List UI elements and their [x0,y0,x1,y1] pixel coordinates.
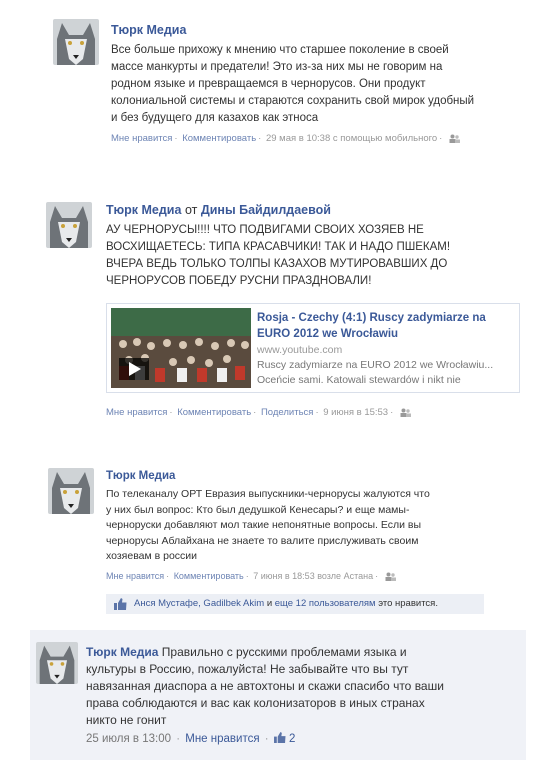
post-meta: Мне нравится · Комментировать · 7 июня в 1… [106,569,526,583]
other-likers-link[interactable]: еще 12 пользователям [275,598,376,609]
likes-summary: Анся Мустафе, Gadilbek Akim и еще 12 пол… [106,594,484,614]
thumbs-up-icon [114,598,127,610]
avatar[interactable] [36,642,78,684]
post-1: Тюрк Медиа Все больше прихожу к мнению ч… [48,14,528,164]
post-author[interactable]: Тюрк Медиа [111,22,531,38]
shared-link-domain: www.youtube.com [257,344,343,356]
like-link[interactable]: Мне нравится [111,133,172,144]
post-text: По телеканалу ОРТ Евразия выпускники-чер… [106,488,430,562]
shared-link-title[interactable]: Rosja - Czechy (4:1) Ruscy zadymiarze na… [257,310,517,342]
post-text: АУ ЧЕРНОРУСЫ!!!! ЧТО ПОДВИГАМИ СВОИХ ХОЗ… [106,224,451,287]
post-author-line: Тюрк Медиа от Дины Байдилдаевой [106,202,526,218]
like-link[interactable]: Мне нравится [106,407,167,418]
post-3: Тюрк Медиа По телеканалу ОРТ Евразия вып… [40,462,530,622]
post-author[interactable]: Тюрк Медиа [106,468,526,484]
friends-privacy-icon[interactable] [449,134,460,143]
from-word: от [184,203,198,217]
wolf-avatar-icon [46,202,92,248]
like-link[interactable]: Мне нравится [106,571,164,581]
like-count[interactable]: 2 [289,733,295,745]
thumbs-up-icon[interactable] [273,732,286,743]
video-thumbnail[interactable] [111,308,251,388]
post-meta: Мне нравится · Комментировать · 29 мая в 1… [111,132,531,146]
video-thumbnail-image [111,308,251,388]
post-text: Тюрк Медиа Правильно с русскими проблема… [86,645,444,727]
post-author[interactable]: Тюрк Медиа [106,203,181,217]
avatar[interactable] [53,19,99,65]
shared-link-description: Ruscy zadymiarze na EURO 2012 we Wrocław… [257,359,494,386]
post-author[interactable]: Тюрк Медиа [86,645,158,659]
post-meta: Мне нравится · Комментировать · Поделиться… [106,406,411,420]
comment-link[interactable]: Комментировать [182,133,256,144]
wolf-avatar-icon [48,468,94,514]
post-timestamp[interactable]: 25 июля в 13:00 [86,733,171,745]
wolf-avatar-icon [53,19,99,65]
friends-privacy-icon[interactable] [400,408,411,417]
avatar[interactable] [46,202,92,248]
friends-privacy-icon[interactable] [385,572,396,581]
post-timestamp[interactable]: 29 мая в 10:38 с помощью мобильного [266,133,437,144]
post-2: Тюрк Медиа от Дины Байдилдаевой АУ ЧЕРНО… [40,192,530,432]
post-text: Все больше прихожу к мнению что старшее … [111,44,475,124]
post-4: Тюрк Медиа Правильно с русскими проблема… [30,630,526,760]
comment-link[interactable]: Комментировать [174,571,244,581]
post-timestamp[interactable]: 7 июня в 18:53 возле Астана [253,571,373,581]
shared-link-attachment[interactable]: Rosja - Czechy (4:1) Ruscy zadymiarze na… [106,303,520,393]
like-link[interactable]: Мне нравится [185,733,259,745]
post-meta: 25 июля в 13:00 · Мне нравится · 2 [86,732,296,745]
liker-names[interactable]: Анся Мустафе, Gadilbek Akim [134,598,264,609]
post-source-author[interactable]: Дины Байдилдаевой [201,203,331,217]
avatar[interactable] [48,468,94,514]
comment-link[interactable]: Комментировать [177,407,251,418]
share-link[interactable]: Поделиться [261,407,313,418]
post-timestamp[interactable]: 9 июня в 15:53 [323,407,388,418]
wolf-avatar-icon [36,642,78,684]
